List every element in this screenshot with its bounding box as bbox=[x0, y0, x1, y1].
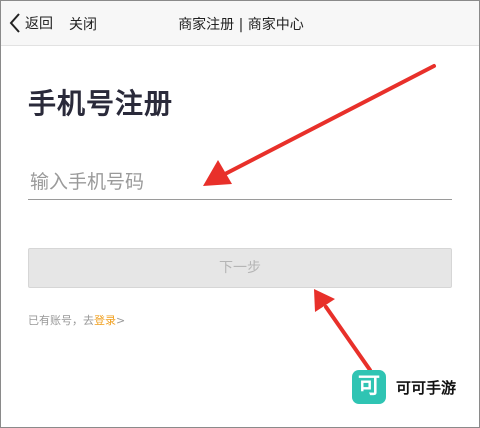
screenshot-border bbox=[0, 0, 480, 428]
top-navbar: 返回 关闭 商家注册 | 商家中心 bbox=[1, 1, 479, 46]
login-link-chevron: > bbox=[116, 314, 126, 327]
back-button[interactable]: 返回 bbox=[9, 11, 53, 35]
login-hint-prefix: 已有账号，去 bbox=[28, 314, 94, 327]
brand-name: 可可手游 bbox=[396, 378, 457, 397]
back-label: 返回 bbox=[25, 16, 53, 32]
next-step-button[interactable]: 下一步 bbox=[28, 248, 452, 288]
brand-logo: 可 bbox=[352, 370, 386, 404]
navbar-title: 商家注册 | 商家中心 bbox=[178, 17, 304, 33]
watermark: 可 可可手游 bbox=[352, 370, 456, 404]
page-title: 手机号注册 bbox=[28, 87, 174, 120]
phone-number-input[interactable] bbox=[28, 164, 452, 200]
close-button[interactable]: 关闭 bbox=[69, 14, 97, 34]
login-link[interactable]: 登录 bbox=[94, 314, 116, 327]
login-hint: 已有账号，去登录> bbox=[28, 312, 125, 328]
chevron-left-icon bbox=[9, 13, 20, 33]
